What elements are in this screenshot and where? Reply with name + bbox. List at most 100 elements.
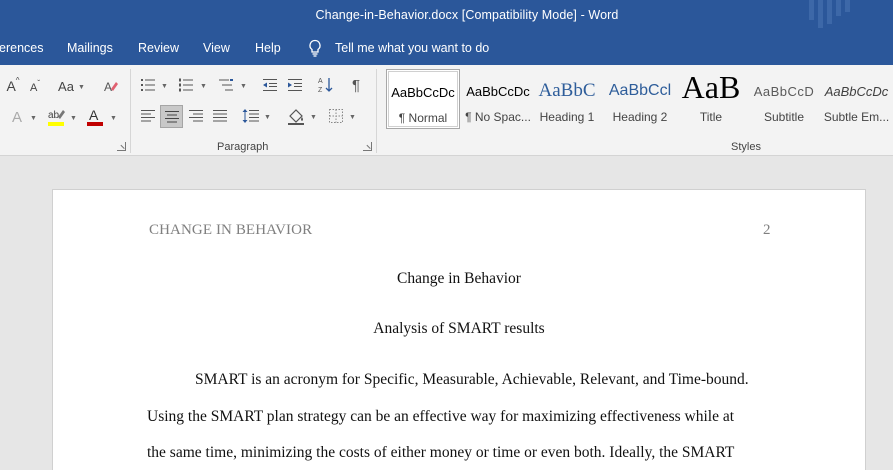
style-name: ¶ No Spac...: [465, 110, 531, 124]
eraser-icon: A: [104, 80, 118, 94]
font-color-swatch: [87, 122, 103, 126]
align-left-button[interactable]: [139, 107, 157, 125]
window-title: Change-in-Behavior.docx [Compatibility M…: [315, 8, 619, 22]
bullets-icon: [141, 79, 155, 91]
pilcrow-icon: ¶: [351, 76, 361, 94]
chevron-down-icon[interactable]: ▼: [30, 115, 37, 122]
style-sample: AaBbCcDc: [391, 85, 455, 100]
line-spacing-button[interactable]: [242, 107, 260, 125]
body-text-line: SMART is an acronym for Specific, Measur…: [195, 371, 749, 388]
page-number: 2: [763, 222, 771, 238]
style-name: Heading 2: [612, 110, 668, 124]
highlight-swatch: [48, 122, 64, 126]
style-sample: AaBbCcD: [753, 84, 815, 99]
align-left-icon: [141, 110, 155, 122]
decrease-indent-icon: [263, 79, 277, 91]
bullets-button[interactable]: [139, 76, 157, 94]
svg-text:A: A: [104, 80, 112, 94]
chevron-down-icon[interactable]: ▼: [110, 115, 117, 122]
running-head: CHANGE IN BEHAVIOR: [149, 222, 313, 238]
paint-bucket-icon: [288, 109, 304, 125]
svg-text:Z: Z: [318, 87, 323, 94]
font-color-button[interactable]: A: [85, 107, 105, 127]
body-text-line: Using the SMART plan strategy can be an …: [147, 408, 735, 425]
chevron-down-icon[interactable]: ▼: [161, 83, 168, 90]
style-sample: AaBbCcl: [608, 82, 672, 99]
increase-indent-icon: [288, 79, 302, 91]
style-subtle-emphasis[interactable]: AaBbCcDc Subtle Em...: [820, 69, 893, 129]
chevron-down-icon[interactable]: ▼: [200, 83, 207, 90]
chevron-down-icon[interactable]: ▼: [310, 114, 317, 121]
body-text-line: the same time, minimizing the costs of e…: [147, 444, 735, 461]
line-spacing-icon: [242, 109, 259, 123]
justify-button[interactable]: [211, 107, 229, 125]
chevron-down-icon[interactable]: ▼: [70, 115, 77, 122]
chevron-down-icon[interactable]: ▼: [78, 84, 85, 91]
paragraph-dialog-launcher[interactable]: [363, 142, 372, 151]
shading-button[interactable]: [286, 107, 306, 127]
tab-view[interactable]: View: [203, 41, 230, 55]
align-right-icon: [189, 110, 203, 122]
tab-mailings[interactable]: Mailings: [67, 41, 113, 55]
font-dialog-launcher[interactable]: [117, 142, 126, 151]
numbered-list-icon: [179, 78, 193, 92]
borders-button[interactable]: [327, 107, 345, 125]
style-name: Title: [699, 110, 723, 124]
title-bar-decoration: [809, 0, 850, 28]
svg-text:A: A: [89, 107, 99, 123]
sort-button[interactable]: A Z: [317, 76, 335, 94]
chevron-down-icon[interactable]: ▼: [264, 114, 271, 121]
font-color-icon: A: [87, 107, 103, 126]
group-separator: [130, 69, 131, 153]
style-heading-2[interactable]: AaBbCcl Heading 2: [603, 69, 677, 129]
decrease-indent-button[interactable]: [261, 76, 279, 94]
styles-group-label: Styles: [731, 141, 761, 153]
align-center-icon: [164, 110, 179, 122]
align-right-button[interactable]: [187, 107, 205, 125]
style-sample: AaB: [681, 69, 741, 105]
multilevel-list-button[interactable]: [217, 76, 235, 94]
document-subtitle: Analysis of SMART results: [373, 320, 545, 337]
ribbon: A ^ Aˇ Aa ▼ A A ▼ ab ▼ A ▼ ▼ ▼ ▼ A Z ¶ ▼…: [0, 65, 893, 156]
title-bar: Change-in-Behavior.docx [Compatibility M…: [0, 0, 893, 31]
style-no-spacing[interactable]: AaBbCcDc ¶ No Spac...: [461, 69, 535, 129]
document-title: Change in Behavior: [397, 270, 521, 287]
style-sample: AaBbCcDc: [466, 84, 530, 99]
chevron-down-icon[interactable]: ▼: [240, 83, 247, 90]
highlight-color-button[interactable]: ab: [46, 107, 66, 127]
increase-indent-button[interactable]: [286, 76, 304, 94]
justify-icon: [213, 110, 227, 122]
style-normal[interactable]: AaBbCcDc ¶ Normal: [386, 69, 460, 129]
lightbulb-icon: [309, 39, 321, 57]
chevron-down-icon[interactable]: ▼: [349, 114, 356, 121]
multilevel-list-icon: [219, 79, 233, 91]
style-sample: AaBbC: [538, 80, 596, 101]
style-subtitle[interactable]: AaBbCcD Subtitle: [747, 69, 821, 129]
tab-help[interactable]: Help: [255, 41, 281, 55]
style-sample: AaBbCcDc: [824, 84, 889, 99]
style-name: ¶ Normal: [398, 111, 448, 125]
svg-text:ab: ab: [48, 110, 60, 121]
sort-az-icon: A Z: [318, 78, 333, 94]
clear-formatting-button[interactable]: A: [102, 77, 120, 95]
show-formatting-marks-button[interactable]: ¶: [347, 76, 365, 94]
group-separator: [376, 69, 377, 153]
svg-text:A: A: [318, 78, 323, 85]
grow-font-button[interactable]: A ^: [4, 76, 22, 95]
numbering-button[interactable]: [177, 76, 195, 94]
tab-references[interactable]: erences: [0, 41, 43, 55]
style-name: Subtle Em...: [823, 110, 890, 124]
align-center-button[interactable]: [160, 105, 183, 128]
ribbon-tab-row: erences Mailings Review View Help Tell m…: [0, 31, 893, 65]
shrink-font-button[interactable]: Aˇ: [27, 79, 43, 97]
tab-review[interactable]: Review: [138, 41, 179, 55]
paragraph-group-label: Paragraph: [217, 141, 269, 153]
style-heading-1[interactable]: AaBbC Heading 1: [530, 69, 604, 129]
highlighter-icon: ab: [48, 110, 65, 126]
borders-icon: [329, 109, 343, 123]
change-case-button[interactable]: Aa: [56, 77, 76, 95]
text-effects-button[interactable]: A: [8, 108, 26, 126]
style-name: Subtitle: [763, 110, 805, 124]
style-title[interactable]: AaB Title: [674, 69, 748, 129]
tell-me-search[interactable]: Tell me what you want to do: [335, 41, 489, 55]
